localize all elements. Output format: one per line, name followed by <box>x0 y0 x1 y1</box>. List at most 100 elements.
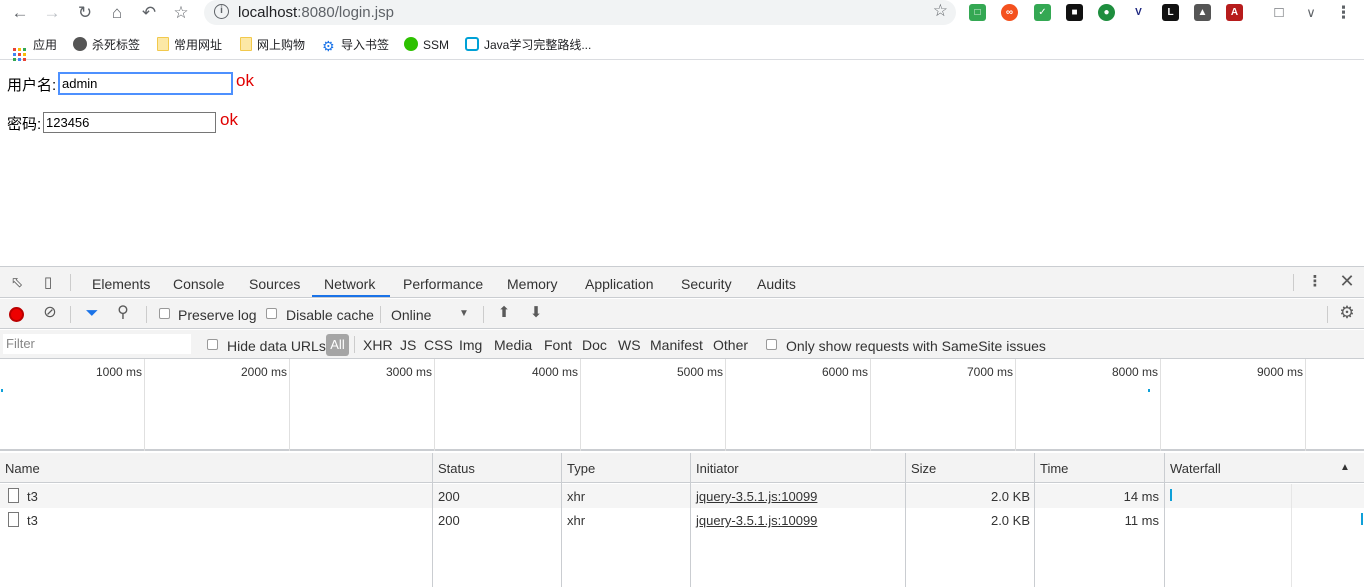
column-header-size[interactable]: Size <box>911 461 936 476</box>
column-header-type[interactable]: Type <box>567 461 595 476</box>
extension-bug-icon[interactable]: ▲ <box>1194 4 1211 21</box>
type-filter-other[interactable]: Other <box>713 337 748 353</box>
column-header-waterfall[interactable]: Waterfall <box>1170 461 1221 476</box>
type-filter-all[interactable]: All <box>326 334 349 356</box>
network-overview[interactable]: 1000 ms 2000 ms 3000 ms 4000 ms 5000 ms … <box>0 359 1364 451</box>
forward-arrow-icon[interactable]: → <box>40 2 64 24</box>
address-bar[interactable]: i localhost:8080/login.jsp ☆ <box>204 0 956 25</box>
column-divider[interactable] <box>1034 453 1035 587</box>
tab-security[interactable]: Security <box>681 276 732 292</box>
device-toolbar-icon[interactable]: ▯ <box>39 274 57 292</box>
request-initiator-link[interactable]: jquery-3.5.1.js:10099 <box>696 513 817 528</box>
bookmark-common-sites[interactable]: 常用网址 <box>157 37 222 53</box>
table-row[interactable]: t3 200 xhr jquery-3.5.1.js:10099 2.0 KB … <box>0 508 1364 532</box>
tab-console[interactable]: Console <box>173 276 224 292</box>
throttle-select[interactable]: Online <box>391 307 431 323</box>
inspect-element-icon[interactable]: ⬁ <box>8 274 26 292</box>
column-divider[interactable] <box>690 453 691 587</box>
disable-cache-checkbox[interactable] <box>266 308 277 319</box>
tab-memory[interactable]: Memory <box>507 276 558 292</box>
type-filter-img[interactable]: Img <box>459 337 482 353</box>
bookmark-star-icon[interactable]: ☆ <box>169 2 193 24</box>
undo-icon[interactable]: ↶ <box>137 2 161 24</box>
tab-sources[interactable]: Sources <box>249 276 300 292</box>
reload-icon[interactable]: ↻ <box>73 2 97 24</box>
preserve-log-label: Preserve log <box>178 307 257 323</box>
preserve-log-checkbox[interactable] <box>159 308 170 319</box>
column-header-name[interactable]: Name <box>5 461 40 476</box>
crop-icon[interactable]: □ <box>1267 2 1291 24</box>
samesite-checkbox[interactable] <box>766 339 777 350</box>
extension-pdf-icon[interactable]: A <box>1226 4 1243 21</box>
timeline-label: 1000 ms <box>95 365 142 379</box>
extension-shield-icon[interactable]: ✓ <box>1034 4 1051 21</box>
back-arrow-icon[interactable]: ← <box>8 2 32 24</box>
column-divider[interactable] <box>905 453 906 587</box>
column-header-status[interactable]: Status <box>438 461 475 476</box>
info-icon[interactable]: i <box>214 4 229 19</box>
password-input[interactable] <box>43 112 216 133</box>
timeline-label: 2000 ms <box>240 365 287 379</box>
search-icon[interactable]: ⚲ <box>114 304 132 322</box>
bookmark-java[interactable]: Java学习完整路线... <box>465 37 591 53</box>
type-filter-xhr[interactable]: XHR <box>363 337 393 353</box>
request-name[interactable]: t3 <box>27 489 38 504</box>
type-filter-manifest[interactable]: Manifest <box>650 337 703 353</box>
column-header-initiator[interactable]: Initiator <box>696 461 739 476</box>
column-header-time[interactable]: Time <box>1040 461 1068 476</box>
type-filter-font[interactable]: Font <box>544 337 572 353</box>
browser-menu-icon[interactable]: ⋮ <box>1335 2 1352 24</box>
folder-icon <box>157 37 169 51</box>
request-time: 14 ms <box>1123 489 1159 504</box>
import-har-icon[interactable]: ⬆ <box>495 304 513 322</box>
type-filter-css[interactable]: CSS <box>424 337 453 353</box>
timeline-request-mark <box>1 389 3 392</box>
extension-l-icon[interactable]: L <box>1162 4 1179 21</box>
timeline-gridline <box>1305 359 1306 451</box>
url-text[interactable]: localhost:8080/login.jsp <box>238 4 394 21</box>
tab-application[interactable]: Application <box>585 276 654 292</box>
more-options-icon[interactable]: ⋮ <box>1307 273 1323 291</box>
timeline-gridline <box>580 359 581 451</box>
close-icon[interactable]: ✕ <box>1338 272 1356 290</box>
column-divider[interactable] <box>561 453 562 587</box>
star-icon[interactable]: ☆ <box>933 1 948 21</box>
type-filter-doc[interactable]: Doc <box>582 337 607 353</box>
extension-chat-icon[interactable]: ■ <box>1066 4 1083 21</box>
settings-gear-icon[interactable]: ⚙ <box>1338 304 1356 322</box>
request-name[interactable]: t3 <box>27 513 38 528</box>
separator <box>483 306 484 323</box>
hide-data-urls-checkbox[interactable] <box>207 339 218 350</box>
bookmark-shopping[interactable]: 网上购物 <box>240 37 305 53</box>
extension-infinity-icon[interactable]: ∞ <box>1001 4 1018 21</box>
tab-audits[interactable]: Audits <box>757 276 796 292</box>
column-divider[interactable] <box>432 453 433 587</box>
table-row[interactable]: t3 200 xhr jquery-3.5.1.js:10099 2.0 KB … <box>0 484 1364 508</box>
dropdown-arrow-icon[interactable]: ▼ <box>458 305 470 323</box>
extension-globe-icon[interactable]: ● <box>1098 4 1115 21</box>
chevron-down-icon[interactable]: ∨ <box>1299 2 1323 24</box>
tab-elements[interactable]: Elements <box>92 276 150 292</box>
home-icon[interactable]: ⌂ <box>105 2 129 24</box>
extension-color-icon[interactable]: □ <box>969 4 986 21</box>
type-filter-js[interactable]: JS <box>400 337 416 353</box>
tab-performance[interactable]: Performance <box>403 276 483 292</box>
bookmark-kill-tabs[interactable]: 杀死标签 <box>73 37 140 53</box>
tab-network[interactable]: Network <box>324 276 375 292</box>
bookmark-import[interactable]: ⚙ 导入书签 <box>322 37 389 53</box>
sort-ascending-icon[interactable]: ▲ <box>1340 462 1350 473</box>
type-filter-ws[interactable]: WS <box>618 337 641 353</box>
clear-icon[interactable]: ⊘ <box>41 304 59 322</box>
bookmark-ssm[interactable]: SSM <box>404 37 449 53</box>
username-input[interactable] <box>58 72 233 95</box>
record-icon[interactable] <box>9 307 24 322</box>
export-har-icon[interactable]: ⬇ <box>527 304 545 322</box>
extension-v-icon[interactable]: V <box>1130 4 1147 21</box>
timeline-gridline <box>434 359 435 451</box>
request-initiator-link[interactable]: jquery-3.5.1.js:10099 <box>696 489 817 504</box>
column-divider[interactable] <box>1164 453 1165 587</box>
filter-icon[interactable]: ⏷ <box>83 305 101 323</box>
type-filter-media[interactable]: Media <box>494 337 532 353</box>
filter-input[interactable]: Filter <box>3 334 191 354</box>
bookmark-apps[interactable]: 应用 <box>13 37 57 61</box>
